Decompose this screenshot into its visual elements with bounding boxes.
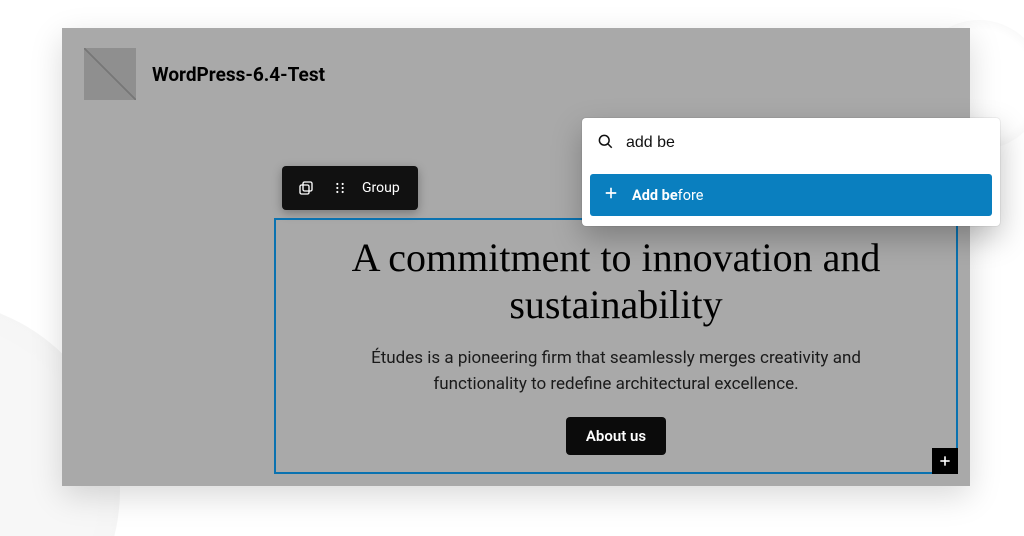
command-search-row bbox=[582, 118, 1000, 168]
group-block-selected[interactable]: A commitment to innovation and sustainab… bbox=[276, 220, 956, 472]
group-icon[interactable] bbox=[292, 174, 320, 202]
command-search-input[interactable] bbox=[624, 133, 986, 153]
paragraph-block[interactable]: Études is a pioneering firm that seamles… bbox=[336, 346, 896, 397]
command-item-label: Add before bbox=[632, 187, 703, 204]
block-type-label[interactable]: Group bbox=[360, 180, 408, 196]
plus-icon bbox=[602, 184, 620, 206]
command-results-list: Add before bbox=[582, 168, 1000, 226]
command-palette: Add before bbox=[582, 118, 1000, 226]
block-appender-button[interactable] bbox=[932, 448, 958, 474]
about-us-button[interactable]: About us bbox=[566, 417, 666, 455]
command-item-label-rest: fore bbox=[678, 187, 704, 204]
block-toolbar: Group bbox=[282, 166, 418, 210]
site-logo-placeholder[interactable] bbox=[84, 48, 136, 100]
site-title[interactable]: WordPress-6.4-Test bbox=[152, 63, 325, 86]
site-header: WordPress-6.4-Test bbox=[62, 28, 970, 100]
heading-block[interactable]: A commitment to innovation and sustainab… bbox=[300, 234, 932, 328]
search-icon bbox=[596, 132, 614, 154]
drag-handle-icon[interactable] bbox=[326, 174, 354, 202]
command-item-label-typed: Add be bbox=[632, 187, 678, 204]
command-item-add-before[interactable]: Add before bbox=[590, 174, 992, 216]
editor-canvas: WordPress-6.4-Test Group A commitment to… bbox=[62, 28, 970, 486]
